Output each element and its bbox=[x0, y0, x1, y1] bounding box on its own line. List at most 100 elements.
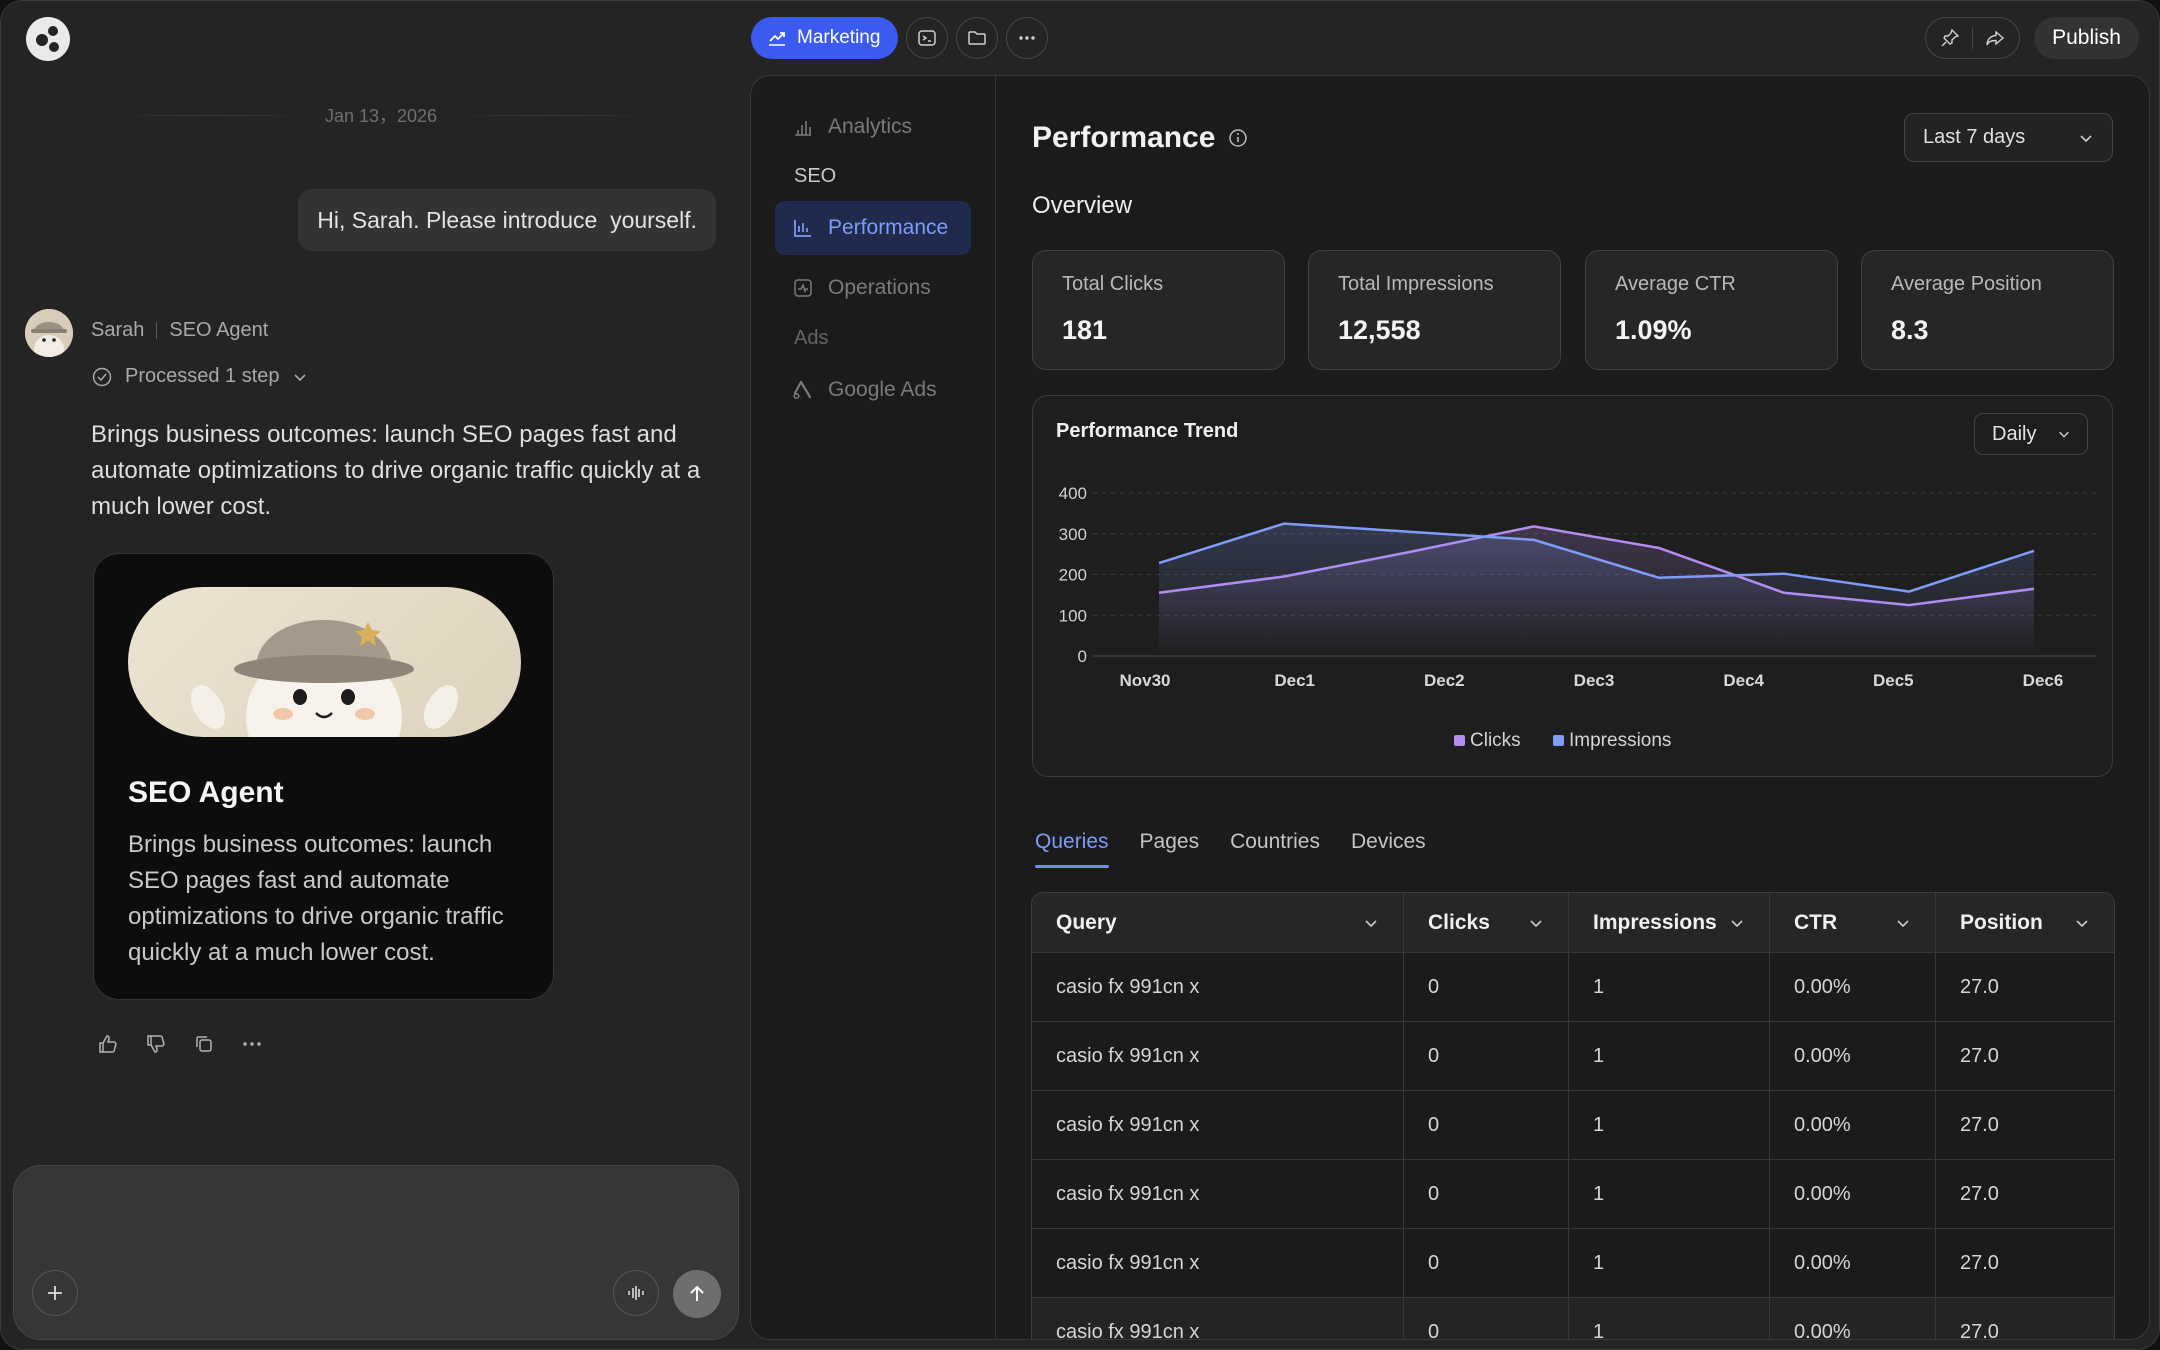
x-tick-label: Dec5 bbox=[1873, 671, 1914, 690]
cell-position: 27.0 bbox=[1960, 1044, 1999, 1067]
chevron-down-icon bbox=[1365, 919, 1377, 927]
stat-value: 12,558 bbox=[1338, 315, 1421, 345]
table-row[interactable]: casio fx 991cn x 0 1 0.00% 27.0 bbox=[1032, 1229, 2114, 1298]
stat-value: 1.09% bbox=[1615, 315, 1692, 345]
cell-clicks: 0 bbox=[1404, 1229, 1569, 1297]
cell-impressions: 1 bbox=[1569, 1298, 1770, 1339]
terminal-button[interactable] bbox=[906, 17, 949, 59]
stat-card-total-impressions: Total Impressions 12,558 bbox=[1308, 250, 1561, 370]
sidebar-section-seo: SEO bbox=[794, 165, 837, 187]
cell-query: casio fx 991cn x bbox=[1032, 1091, 1404, 1159]
x-tick-label: Dec6 bbox=[2023, 671, 2064, 690]
sidebar-item-google-ads[interactable]: Google Ads bbox=[775, 363, 971, 417]
copy-button[interactable] bbox=[191, 1031, 217, 1057]
cell-position: 27.0 bbox=[1960, 975, 1999, 998]
stat-label: Average CTR bbox=[1615, 273, 1736, 295]
cell-position: 27.0 bbox=[1960, 1113, 1999, 1136]
performance-main: Performance Last 7 days Overview Total C… bbox=[996, 76, 2149, 1339]
table-row[interactable]: casio fx 991cn x 0 1 0.00% 27.0 bbox=[1032, 1298, 2114, 1340]
sidebar-section-ads: Ads bbox=[794, 327, 829, 349]
column-header-query[interactable]: Query bbox=[1032, 893, 1404, 952]
table-row[interactable]: casio fx 991cn x 0 1 0.00% 27.0 bbox=[1032, 1160, 2114, 1229]
plus-icon bbox=[48, 1286, 62, 1300]
performance-chart-icon bbox=[794, 220, 811, 237]
column-header-clicks[interactable]: Clicks bbox=[1404, 893, 1569, 952]
send-button[interactable] bbox=[673, 1270, 721, 1318]
performance-trend-card: Performance Trend Daily 0 100 200 300 400 Nov… bbox=[1032, 395, 2113, 777]
thumbs-down-button[interactable] bbox=[143, 1031, 169, 1057]
cell-impressions: 1 bbox=[1569, 1022, 1770, 1090]
column-label: Query bbox=[1056, 910, 1117, 934]
tab-countries[interactable]: Countries bbox=[1230, 830, 1320, 854]
x-tick-label: Dec1 bbox=[1274, 671, 1315, 690]
app-window: Marketing Publish Jan 13，2026 Hi, Sarah.… bbox=[0, 0, 2160, 1350]
agent-card-image bbox=[128, 587, 521, 737]
y-tick-label: 100 bbox=[1059, 606, 1087, 625]
date-range-select[interactable]: Last 7 days bbox=[1904, 113, 2113, 162]
cell-ctr: 0.00% bbox=[1770, 1160, 1936, 1228]
legend-swatch bbox=[1553, 735, 1564, 746]
sidebar-item-performance[interactable]: Performance bbox=[775, 201, 971, 255]
tab-queries[interactable]: Queries bbox=[1035, 830, 1109, 868]
cell-ctr: 0.00% bbox=[1770, 1229, 1936, 1297]
marketing-workspace-label: Marketing bbox=[797, 27, 881, 48]
chevron-down-icon bbox=[1530, 919, 1542, 927]
x-tick-label: Dec2 bbox=[1424, 671, 1465, 690]
column-header-position[interactable]: Position bbox=[1936, 893, 2114, 952]
divider bbox=[451, 114, 651, 116]
waveform-icon bbox=[628, 1286, 644, 1300]
logo-icon bbox=[26, 17, 70, 61]
mascot-illustration bbox=[190, 620, 459, 737]
cell-ctr: 0.00% bbox=[1770, 1022, 1936, 1090]
tab-pages[interactable]: Pages bbox=[1140, 830, 1200, 854]
more-options-button[interactable] bbox=[1006, 17, 1049, 59]
cell-query: casio fx 991cn x bbox=[1032, 1022, 1404, 1090]
stat-card-total-clicks: Total Clicks 181 bbox=[1032, 250, 1285, 370]
voice-input-button[interactable] bbox=[613, 1270, 659, 1316]
column-header-ctr[interactable]: CTR bbox=[1770, 893, 1936, 952]
bar-chart-icon bbox=[795, 121, 811, 136]
sidebar-item-operations[interactable]: Operations bbox=[775, 261, 971, 315]
cell-query: casio fx 991cn x bbox=[1032, 1160, 1404, 1228]
cell-position: 27.0 bbox=[1960, 1320, 1999, 1340]
chevron-down-icon bbox=[293, 373, 306, 381]
message-composer[interactable] bbox=[13, 1165, 739, 1340]
agent-card[interactable]: SEO Agent Brings business outcomes: laun… bbox=[93, 553, 554, 1000]
stat-card-average-position: Average Position 8.3 bbox=[1861, 250, 2114, 370]
table-row[interactable]: casio fx 991cn x 0 1 0.00% 27.0 bbox=[1032, 953, 2114, 1022]
divider bbox=[156, 322, 158, 339]
pin-button[interactable] bbox=[1934, 22, 1966, 54]
agent-card-description: Brings business outcomes: launch SEO pag… bbox=[128, 831, 504, 966]
cell-query: casio fx 991cn x bbox=[1032, 953, 1404, 1021]
app-logo[interactable] bbox=[26, 17, 70, 61]
share-button[interactable] bbox=[1979, 22, 2011, 54]
sidebar-item-analytics[interactable]: Analytics bbox=[775, 100, 971, 154]
processed-steps-toggle[interactable]: Processed 1 step bbox=[91, 365, 308, 388]
more-horizontal-icon bbox=[1019, 36, 1036, 40]
publish-button[interactable]: Publish bbox=[2034, 17, 2139, 59]
legend-swatch bbox=[1454, 735, 1465, 746]
tab-devices[interactable]: Devices bbox=[1351, 830, 1426, 854]
stat-label: Total Clicks bbox=[1062, 273, 1164, 295]
marketing-workspace-button[interactable]: Marketing bbox=[751, 17, 899, 59]
agent-card-title: SEO Agent bbox=[128, 776, 284, 809]
info-icon[interactable] bbox=[1227, 127, 1249, 149]
cell-ctr: 0.00% bbox=[1770, 1298, 1936, 1339]
copy-icon bbox=[196, 1036, 212, 1052]
table-row[interactable]: casio fx 991cn x 0 1 0.00% 27.0 bbox=[1032, 1091, 2114, 1160]
column-header-impressions[interactable]: Impressions bbox=[1569, 893, 1770, 952]
chevron-down-icon bbox=[1897, 919, 1909, 927]
stat-card-average-ctr: Average CTR 1.09% bbox=[1585, 250, 1838, 370]
files-button[interactable] bbox=[956, 17, 999, 59]
queries-table: Query Clicks Impressions CTR Position ca… bbox=[1031, 892, 2115, 1340]
column-label: Impressions bbox=[1593, 910, 1717, 934]
attach-button[interactable] bbox=[32, 1270, 78, 1316]
more-button[interactable] bbox=[239, 1031, 265, 1057]
dashboard-panel: Analytics SEO Performance Operations Ads… bbox=[750, 75, 2150, 1340]
cell-clicks: 0 bbox=[1404, 1298, 1569, 1339]
divider bbox=[1972, 27, 1974, 49]
thumbs-up-button[interactable] bbox=[95, 1031, 121, 1057]
table-row[interactable]: casio fx 991cn x 0 1 0.00% 27.0 bbox=[1032, 1022, 2114, 1091]
chevron-down-icon bbox=[2080, 134, 2092, 142]
table-tabs: Queries Pages Countries Devices bbox=[1035, 830, 1426, 868]
